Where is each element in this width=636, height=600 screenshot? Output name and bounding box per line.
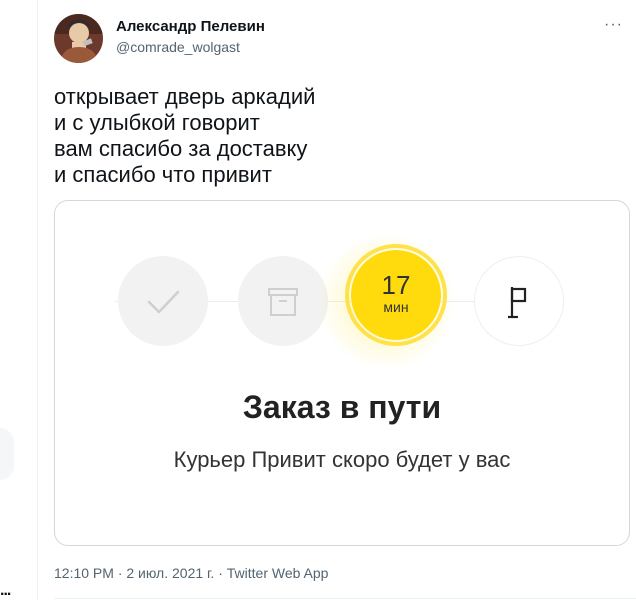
check-icon <box>147 290 180 314</box>
tweet-line: и спасибо что привит <box>54 162 272 187</box>
divider <box>54 598 636 599</box>
left-panel-edge <box>0 428 14 480</box>
author-handle[interactable]: @comrade_wolgast <box>116 39 240 55</box>
tweet-text: открывает дверь аркадий и с улыбкой гово… <box>54 84 494 188</box>
order-status-title: Заказ в пути <box>242 389 442 425</box>
package-icon <box>268 288 298 316</box>
eta-unit: мин <box>383 299 409 315</box>
step-package <box>238 256 328 346</box>
tweet-line: открывает дверь аркадий <box>54 84 316 109</box>
flag-icon <box>508 287 527 319</box>
order-status-subtitle: Курьер Привит скоро будет у вас <box>173 447 511 472</box>
tweet-media[interactable]: 17 мин Заказ в пути Курьер Привит скоро … <box>54 200 630 546</box>
tweet-timestamp[interactable]: 12:10 PM · 2 июл. 2021 г. · Twitter Web … <box>54 565 328 581</box>
ellipsis-icon[interactable]: ··· <box>604 16 623 34</box>
tweet-line: и с улыбкой говорит <box>54 110 260 135</box>
eta-minutes: 17 <box>381 270 411 300</box>
tweet-line: вам спасибо за доставку <box>54 136 308 161</box>
avatar-image <box>54 14 103 63</box>
avatar[interactable] <box>54 14 103 63</box>
step-done <box>118 256 208 346</box>
author-name[interactable]: Александр Пелевин <box>116 18 265 35</box>
left-more-dots[interactable]: ... <box>0 583 11 599</box>
step-destination <box>474 256 564 346</box>
left-column-divider <box>37 0 38 600</box>
eta-timer: 17 мин <box>351 250 441 340</box>
